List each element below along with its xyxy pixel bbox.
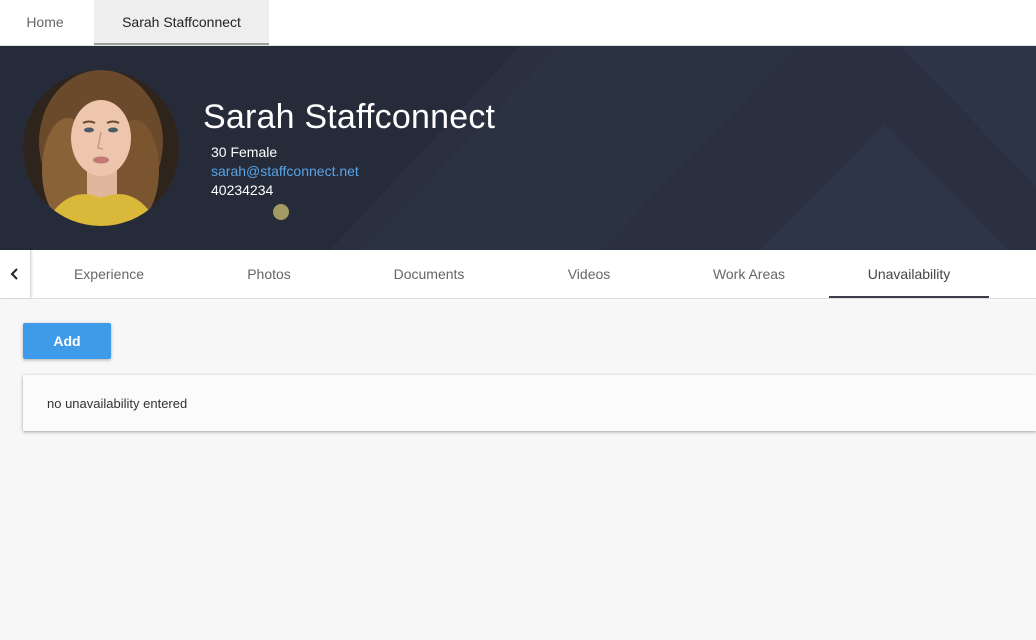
- tab-videos[interactable]: Videos: [509, 250, 669, 298]
- avatar-photo: [23, 70, 179, 226]
- profile-tabs: Experience Photos Documents Videos Work …: [0, 250, 1036, 299]
- avatar[interactable]: [23, 70, 179, 226]
- profile-name: Sarah Staffconnect: [203, 98, 496, 136]
- chevron-left-icon: [10, 268, 18, 280]
- top-tab-profile[interactable]: Sarah Staffconnect: [94, 0, 269, 45]
- tab-documents[interactable]: Documents: [349, 250, 509, 298]
- profile-phone: 40234234: [211, 182, 274, 198]
- add-button[interactable]: Add: [23, 323, 111, 359]
- tab-photos[interactable]: Photos: [189, 250, 349, 298]
- status-dot: [273, 204, 289, 220]
- unavailability-list: no unavailability entered: [23, 375, 1036, 431]
- tab-unavailability[interactable]: Unavailability: [829, 250, 989, 298]
- profile-email-link[interactable]: sarah@staffconnect.net: [211, 163, 359, 179]
- empty-message: no unavailability entered: [47, 396, 188, 411]
- top-tab-home[interactable]: Home: [0, 0, 90, 45]
- tabs-scroll-left-button[interactable]: [0, 250, 31, 298]
- tab-work-areas[interactable]: Work Areas: [669, 250, 829, 298]
- top-tab-bar: Home Sarah Staffconnect: [0, 0, 1036, 46]
- profile-age-gender: 30 Female: [211, 144, 278, 160]
- tab-experience[interactable]: Experience: [29, 250, 189, 298]
- profile-header: Sarah Staffconnect 30 Female sarah@staff…: [0, 46, 1036, 250]
